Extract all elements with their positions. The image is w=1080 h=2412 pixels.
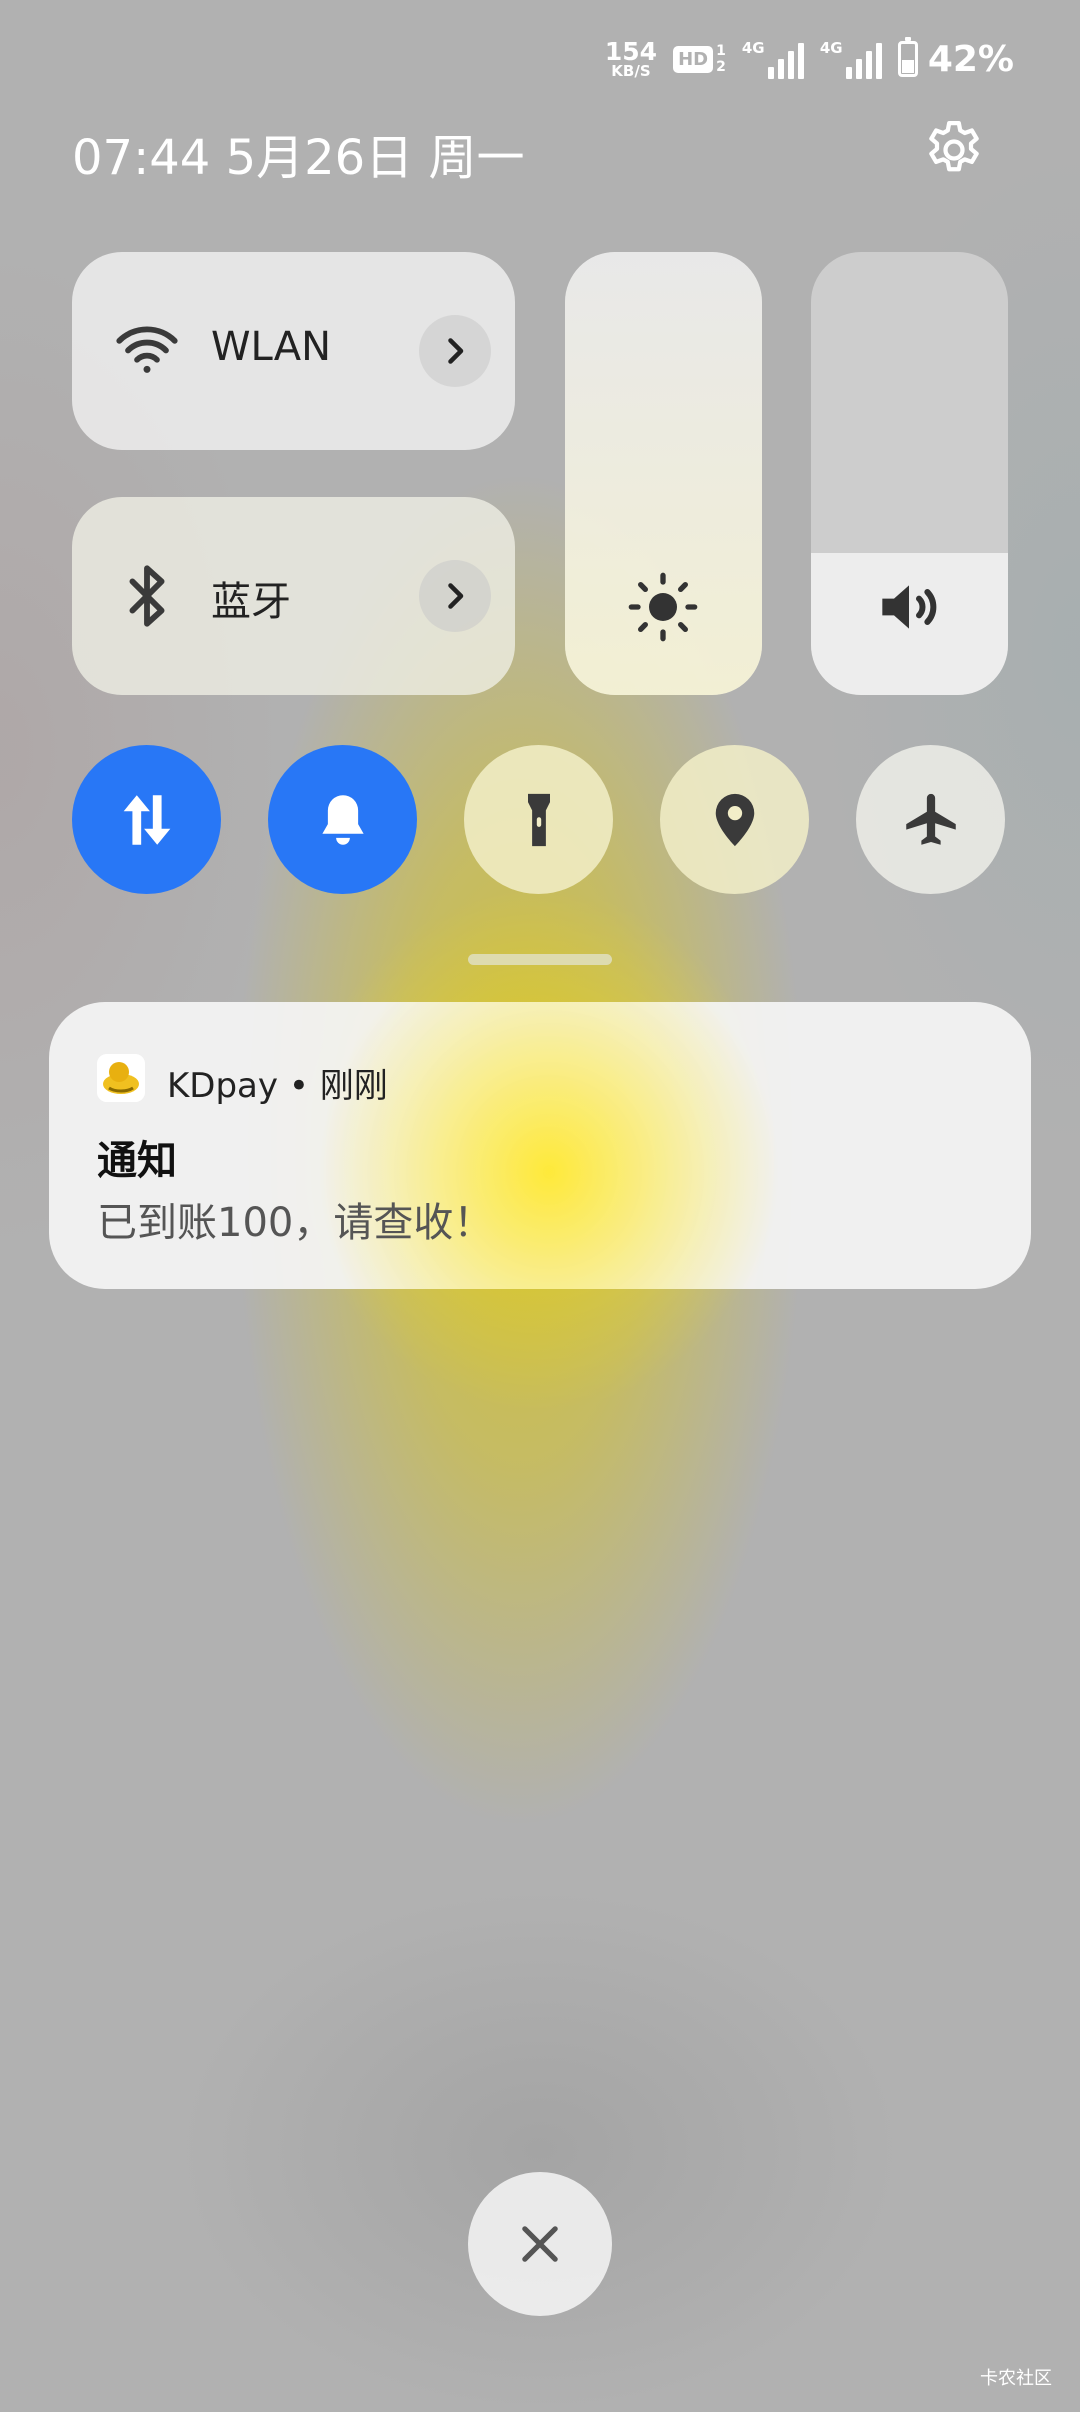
kdpay-app-icon xyxy=(97,1054,145,1102)
notification-separator: • xyxy=(288,1066,309,1106)
bluetooth-icon xyxy=(112,561,182,631)
bluetooth-expand-button[interactable] xyxy=(419,560,491,632)
data-arrows-icon xyxy=(123,794,170,845)
notification-body: 已到账100，请查收！ xyxy=(97,1200,494,1246)
hd-voice-indicator: HD 1 2 xyxy=(673,43,726,75)
notification-title: 通知 xyxy=(97,1138,177,1184)
drag-handle[interactable] xyxy=(468,954,612,965)
gear-icon[interactable] xyxy=(920,116,988,184)
chevron-right-icon xyxy=(448,338,464,364)
battery-icon xyxy=(897,37,918,77)
notification-header: KDpay • 刚刚 xyxy=(167,1058,388,1107)
sim2-network-type: 4G xyxy=(819,39,843,57)
battery-indicator: 42% xyxy=(897,37,1014,80)
brightness-slider[interactable] xyxy=(565,252,762,695)
bell-icon xyxy=(321,794,364,845)
status-bar: 154 KB/S HD 1 2 4G 4G 42% xyxy=(605,34,1014,84)
hd-sim-top: 1 xyxy=(716,43,726,59)
network-speed-value: 154 xyxy=(604,37,658,66)
network-speed: 154 KB/S xyxy=(605,39,657,79)
battery-percent: 42% xyxy=(927,38,1014,80)
date-time: 07:44 5月26日 周一 xyxy=(72,130,525,186)
location-toggle[interactable] xyxy=(660,745,809,894)
close-button[interactable] xyxy=(468,2172,612,2316)
wlan-label: WLAN xyxy=(211,324,332,370)
sun-icon xyxy=(623,567,703,647)
network-speed-unit: KB/S xyxy=(611,62,651,80)
volume-slider[interactable] xyxy=(811,252,1008,695)
flashlight-toggle[interactable] xyxy=(464,745,613,894)
mobile-data-toggle[interactable] xyxy=(72,745,221,894)
airplane-icon xyxy=(905,793,956,845)
sim1-network-type: 4G xyxy=(741,39,765,57)
hd-sim-bottom: 2 xyxy=(716,59,726,75)
wlan-expand-button[interactable] xyxy=(419,315,491,387)
bluetooth-tile[interactable]: 蓝牙 xyxy=(72,497,515,695)
wifi-icon xyxy=(112,316,182,386)
notification-card[interactable]: KDpay • 刚刚 通知 已到账100，请查收！ xyxy=(49,1002,1031,1289)
airplane-mode-toggle[interactable] xyxy=(856,745,1005,894)
close-icon xyxy=(522,2226,558,2262)
speaker-icon xyxy=(869,567,949,647)
chevron-right-icon xyxy=(448,583,464,609)
wlan-tile[interactable]: WLAN xyxy=(72,252,515,450)
notification-time: 刚刚 xyxy=(319,1066,388,1106)
location-pin-icon xyxy=(715,793,754,846)
sound-toggle[interactable] xyxy=(268,745,417,894)
hd-badge: HD xyxy=(673,45,714,73)
sim1-signal-icon: 4G xyxy=(742,39,804,79)
watermark: 卡农社区 xyxy=(980,2368,1052,2389)
bluetooth-label: 蓝牙 xyxy=(211,579,291,625)
flashlight-icon xyxy=(527,793,550,846)
sim2-signal-icon: 4G xyxy=(820,39,882,79)
notification-app-name: KDpay xyxy=(167,1066,279,1106)
